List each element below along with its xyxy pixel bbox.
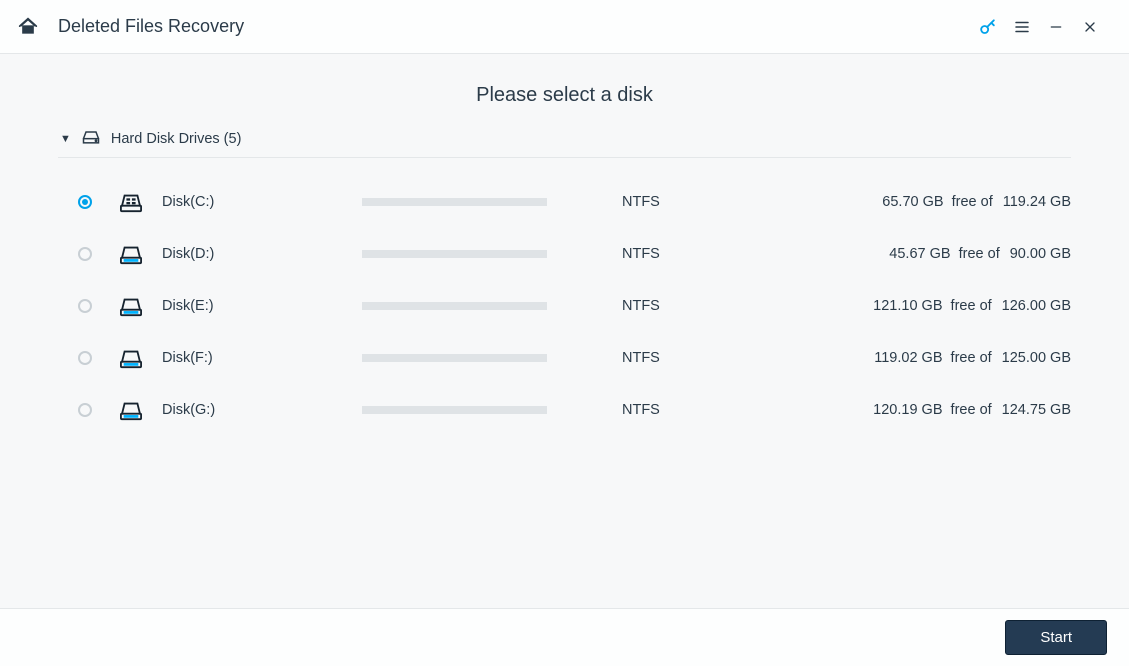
disk-icon [118, 243, 162, 265]
filesystem-label: NTFS [622, 194, 802, 210]
disk-row[interactable]: Disk(E:) NTFS121.10 GB free of126.00 GB [58, 280, 1071, 332]
close-icon[interactable] [1073, 0, 1107, 54]
disk-radio[interactable] [78, 247, 92, 261]
disk-row[interactable]: Disk(F:) NTFS119.02 GB free of125.00 GB [58, 332, 1071, 384]
disk-icon [118, 399, 162, 421]
usage-bar [362, 302, 547, 310]
filesystem-label: NTFS [622, 350, 802, 366]
page-title: Deleted Files Recovery [58, 16, 244, 37]
disk-name: Disk(E:) [162, 298, 362, 314]
home-icon[interactable] [18, 17, 38, 37]
key-icon[interactable] [971, 0, 1005, 54]
group-label: Hard Disk Drives (5) [111, 131, 242, 147]
disk-icon [118, 295, 162, 317]
disk-row[interactable]: Disk(G:) NTFS120.19 GB free of124.75 GB [58, 384, 1071, 436]
usage-bar [362, 354, 547, 362]
minimize-icon[interactable] [1039, 0, 1073, 54]
content-area: Please select a disk ▼ Hard Disk Drives … [0, 54, 1129, 608]
free-space-label: 65.70 GB free of119.24 GB [802, 194, 1071, 210]
disk-row[interactable]: Disk(D:) NTFS45.67 GB free of90.00 GB [58, 228, 1071, 280]
disk-radio[interactable] [78, 351, 92, 365]
free-space-label: 120.19 GB free of124.75 GB [802, 402, 1071, 418]
usage-bar [362, 406, 547, 414]
chevron-down-icon: ▼ [60, 133, 71, 145]
hdd-icon [81, 129, 101, 149]
disk-list: Disk(C:)NTFS65.70 GB free of119.24 GBDis… [58, 158, 1071, 436]
free-space-label: 45.67 GB free of90.00 GB [802, 246, 1071, 262]
disk-name: Disk(C:) [162, 194, 362, 210]
disk-radio[interactable] [78, 403, 92, 417]
select-disk-heading: Please select a disk [58, 84, 1071, 107]
usage-bar [362, 198, 547, 206]
menu-icon[interactable] [1005, 0, 1039, 54]
start-button[interactable]: Start [1005, 620, 1107, 655]
group-header[interactable]: ▼ Hard Disk Drives (5) [58, 125, 1071, 158]
free-space-label: 119.02 GB free of125.00 GB [802, 350, 1071, 366]
disk-row[interactable]: Disk(C:) NTFS65.70 GB free of119.24 GB [58, 176, 1071, 228]
titlebar: Deleted Files Recovery [0, 0, 1129, 54]
filesystem-label: NTFS [622, 402, 802, 418]
disk-name: Disk(D:) [162, 246, 362, 262]
disk-radio[interactable] [78, 195, 92, 209]
filesystem-label: NTFS [622, 298, 802, 314]
disk-name: Disk(F:) [162, 350, 362, 366]
disk-name: Disk(G:) [162, 402, 362, 418]
free-space-label: 121.10 GB free of126.00 GB [802, 298, 1071, 314]
disk-radio[interactable] [78, 299, 92, 313]
disk-icon [118, 191, 162, 213]
disk-icon [118, 347, 162, 369]
usage-bar [362, 250, 547, 258]
footer-bar: Start [0, 608, 1129, 666]
filesystem-label: NTFS [622, 246, 802, 262]
